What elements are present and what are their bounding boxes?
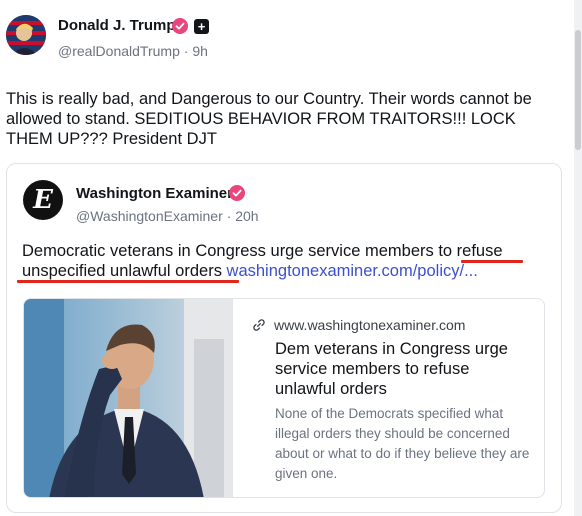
quoted-post-time[interactable]: 20h — [235, 208, 258, 224]
quoted-author-name[interactable]: Washington Examiner — [76, 185, 233, 202]
link-title[interactable]: Dem veterans in Congress urge service me… — [275, 339, 525, 399]
verified-check-icon — [229, 185, 245, 201]
separator: · — [183, 43, 189, 59]
red-underline-annotation — [461, 260, 523, 263]
article-thumbnail — [24, 299, 233, 497]
quoted-text-part3: unspecified unlawful orders — [22, 262, 222, 280]
author-avatar[interactable] — [6, 15, 46, 55]
author-handle-row: @realDonaldTrump · 9h — [58, 43, 208, 59]
link-description: None of the Democrats specified what ill… — [275, 406, 530, 481]
red-underline-annotation — [17, 280, 239, 283]
link-domain-row: www.washingtonexaminer.com — [252, 317, 465, 333]
author-handle[interactable]: @realDonaldTrump — [58, 43, 180, 59]
plus-icon: + — [194, 18, 209, 34]
quoted-text-part2: refuse — [452, 242, 503, 260]
separator: · — [226, 208, 232, 224]
author-name[interactable]: Donald J. Trump — [58, 17, 176, 34]
quoted-author-handle[interactable]: @WashingtonExaminer — [76, 208, 223, 224]
scrollbar-thumb[interactable] — [575, 30, 581, 150]
post-time[interactable]: 9h — [192, 43, 208, 59]
quoted-handle-row: @WashingtonExaminer · 20h — [76, 208, 259, 224]
link-icon — [253, 319, 265, 331]
avatar-letter: E — [33, 185, 53, 215]
link-domain: www.washingtonexaminer.com — [274, 317, 466, 333]
author-badges: + — [172, 18, 209, 34]
quoted-author-avatar[interactable]: E — [23, 180, 63, 220]
post-text: This is really bad, and Dangerous to our… — [6, 90, 532, 148]
quoted-post-link[interactable]: washingtonexaminer.com/policy/... — [222, 262, 478, 280]
quoted-post-card[interactable]: E Washington Examiner @WashingtonExamine… — [6, 163, 562, 513]
quoted-text-part1: Democratic veterans in Congress urge ser… — [22, 242, 453, 260]
verified-check-icon — [172, 18, 188, 34]
link-preview-card[interactable]: www.washingtonexaminer.com Dem veterans … — [23, 298, 545, 498]
